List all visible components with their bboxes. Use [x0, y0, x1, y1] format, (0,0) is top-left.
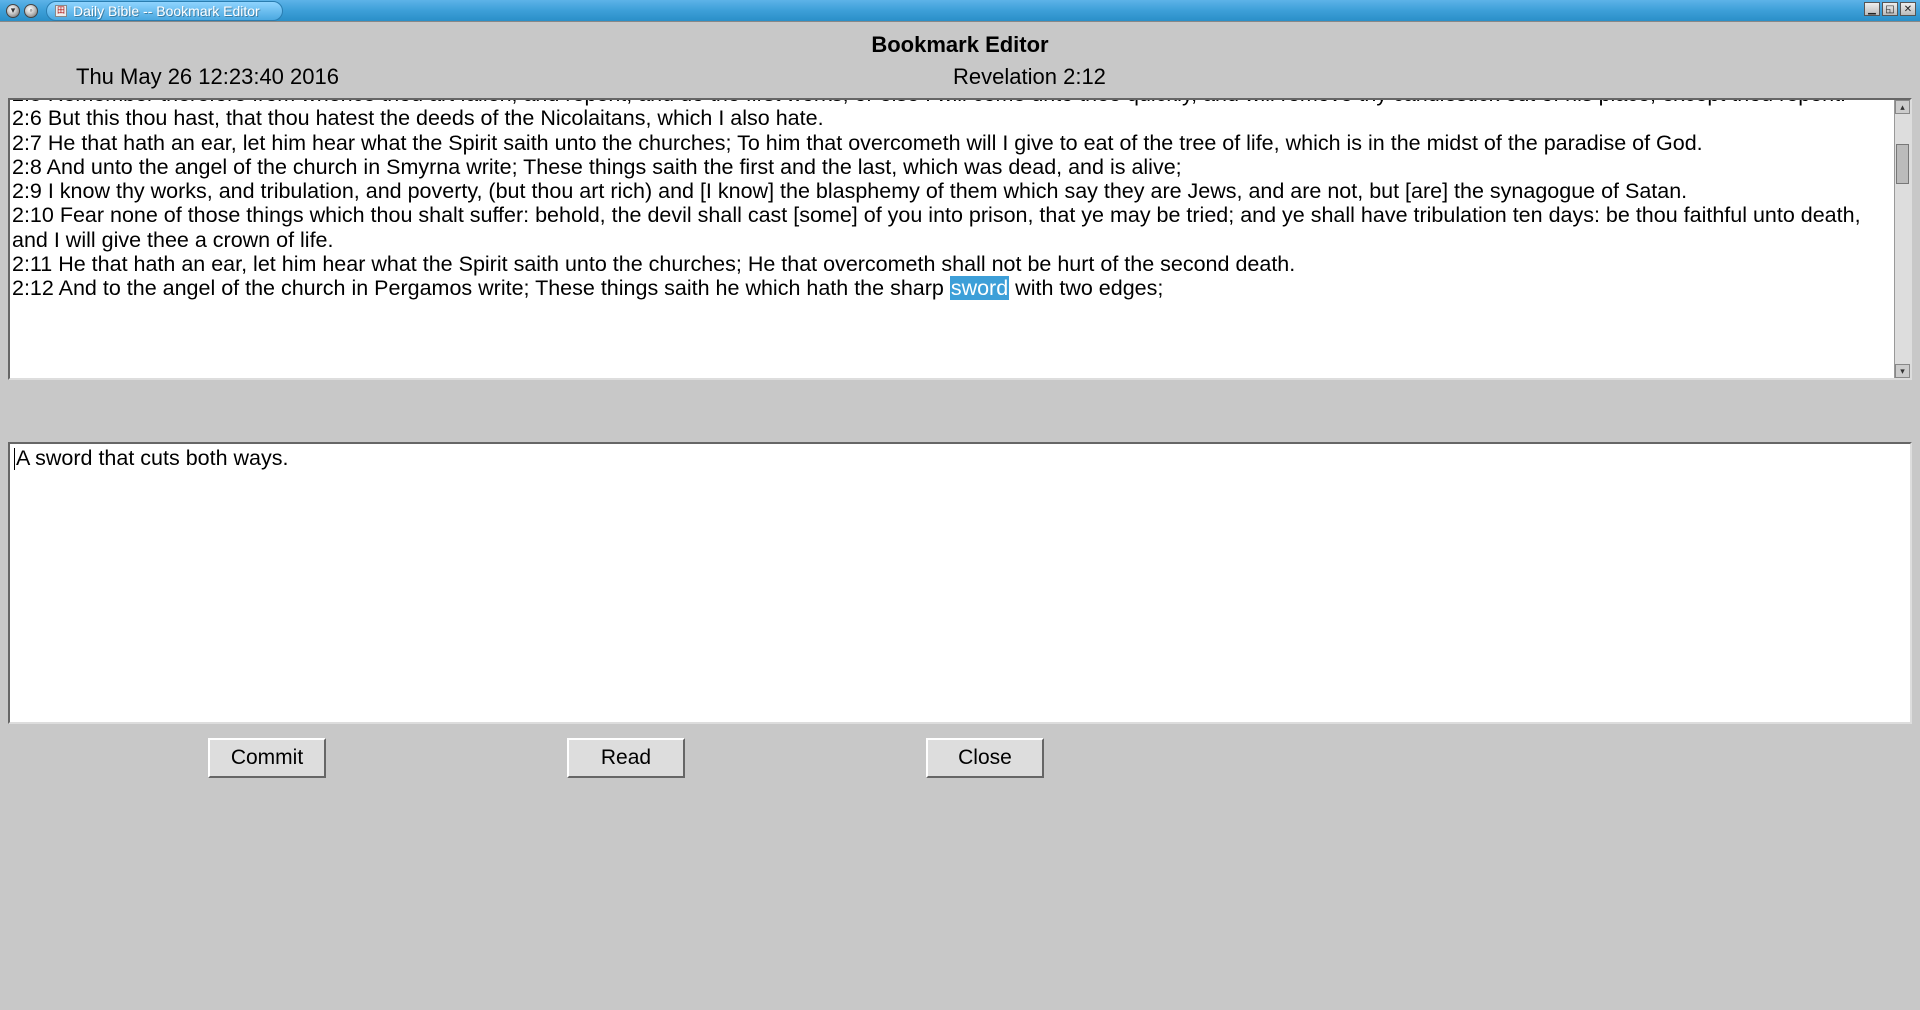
pane-gap [0, 380, 1920, 442]
maximize-button[interactable]: ◱ [1882, 2, 1898, 16]
window-menu-button[interactable]: ▾ [6, 4, 20, 18]
window-shade-button[interactable]: ◦ [24, 4, 38, 18]
bookmark-reference: Revelation 2:12 [339, 64, 1920, 90]
verse-2-10: 2:10 Fear none of those things which tho… [12, 203, 1861, 251]
note-pane[interactable]: A sword that cuts both ways. [8, 442, 1912, 724]
scripture-text[interactable]: 2:5 Remember therefore from whence thou … [12, 98, 1894, 301]
scroll-thumb[interactable] [1896, 144, 1909, 184]
scroll-track[interactable] [1895, 114, 1910, 364]
read-button-label: Read [601, 746, 651, 770]
app-icon: 田 [55, 5, 67, 17]
verse-2-12-pre: 2:12 And to the angel of the church in P… [12, 276, 950, 300]
scroll-up-icon[interactable]: ▴ [1895, 100, 1910, 114]
button-row: Commit Read Close [0, 724, 1920, 780]
verse-2-6: 2:6 But this thou hast, that thou hatest… [12, 106, 824, 130]
verse-2-8: 2:8 And unto the angel of the church in … [12, 155, 1182, 179]
verse-2-9: 2:9 I know thy works, and tribulation, a… [12, 179, 1687, 203]
note-text: A sword that cuts both ways. [16, 446, 288, 470]
close-button-label: Close [958, 746, 1012, 770]
verse-2-7: 2:7 He that hath an ear, let him hear wh… [12, 131, 1703, 155]
scripture-scrollbar[interactable]: ▴ ▾ [1894, 100, 1910, 378]
text-cursor [14, 448, 15, 470]
highlighted-word: sword [950, 276, 1009, 300]
page-title: Bookmark Editor [0, 22, 1920, 58]
header-row: Thu May 26 12:23:40 2016 Revelation 2:12 [0, 58, 1920, 98]
scripture-pane[interactable]: 2:5 Remember therefore from whence thou … [8, 98, 1912, 380]
titlebar-left-controls: ▾ ◦ [0, 4, 38, 18]
bookmark-date: Thu May 26 12:23:40 2016 [0, 64, 339, 90]
commit-button-label: Commit [231, 746, 303, 770]
verse-2-12-post: with two edges; [1009, 276, 1163, 300]
verse-2-5: 2:5 Remember therefore from whence thou … [12, 98, 1846, 106]
window-title-tab: 田 Daily Bible -- Bookmark Editor [46, 1, 283, 21]
read-button[interactable]: Read [567, 738, 685, 778]
close-window-button[interactable]: ✕ [1900, 2, 1916, 16]
close-button[interactable]: Close [926, 738, 1044, 778]
titlebar-right-controls: ▁ ◱ ✕ [1864, 2, 1916, 16]
commit-button[interactable]: Commit [208, 738, 326, 778]
window-titlebar: ▾ ◦ 田 Daily Bible -- Bookmark Editor ▁ ◱… [0, 0, 1920, 22]
minimize-button[interactable]: ▁ [1864, 2, 1880, 16]
verse-2-11: 2:11 He that hath an ear, let him hear w… [12, 252, 1295, 276]
content-area: Bookmark Editor Thu May 26 12:23:40 2016… [0, 22, 1920, 780]
scroll-down-icon[interactable]: ▾ [1895, 364, 1910, 378]
window-title: Daily Bible -- Bookmark Editor [73, 3, 260, 19]
